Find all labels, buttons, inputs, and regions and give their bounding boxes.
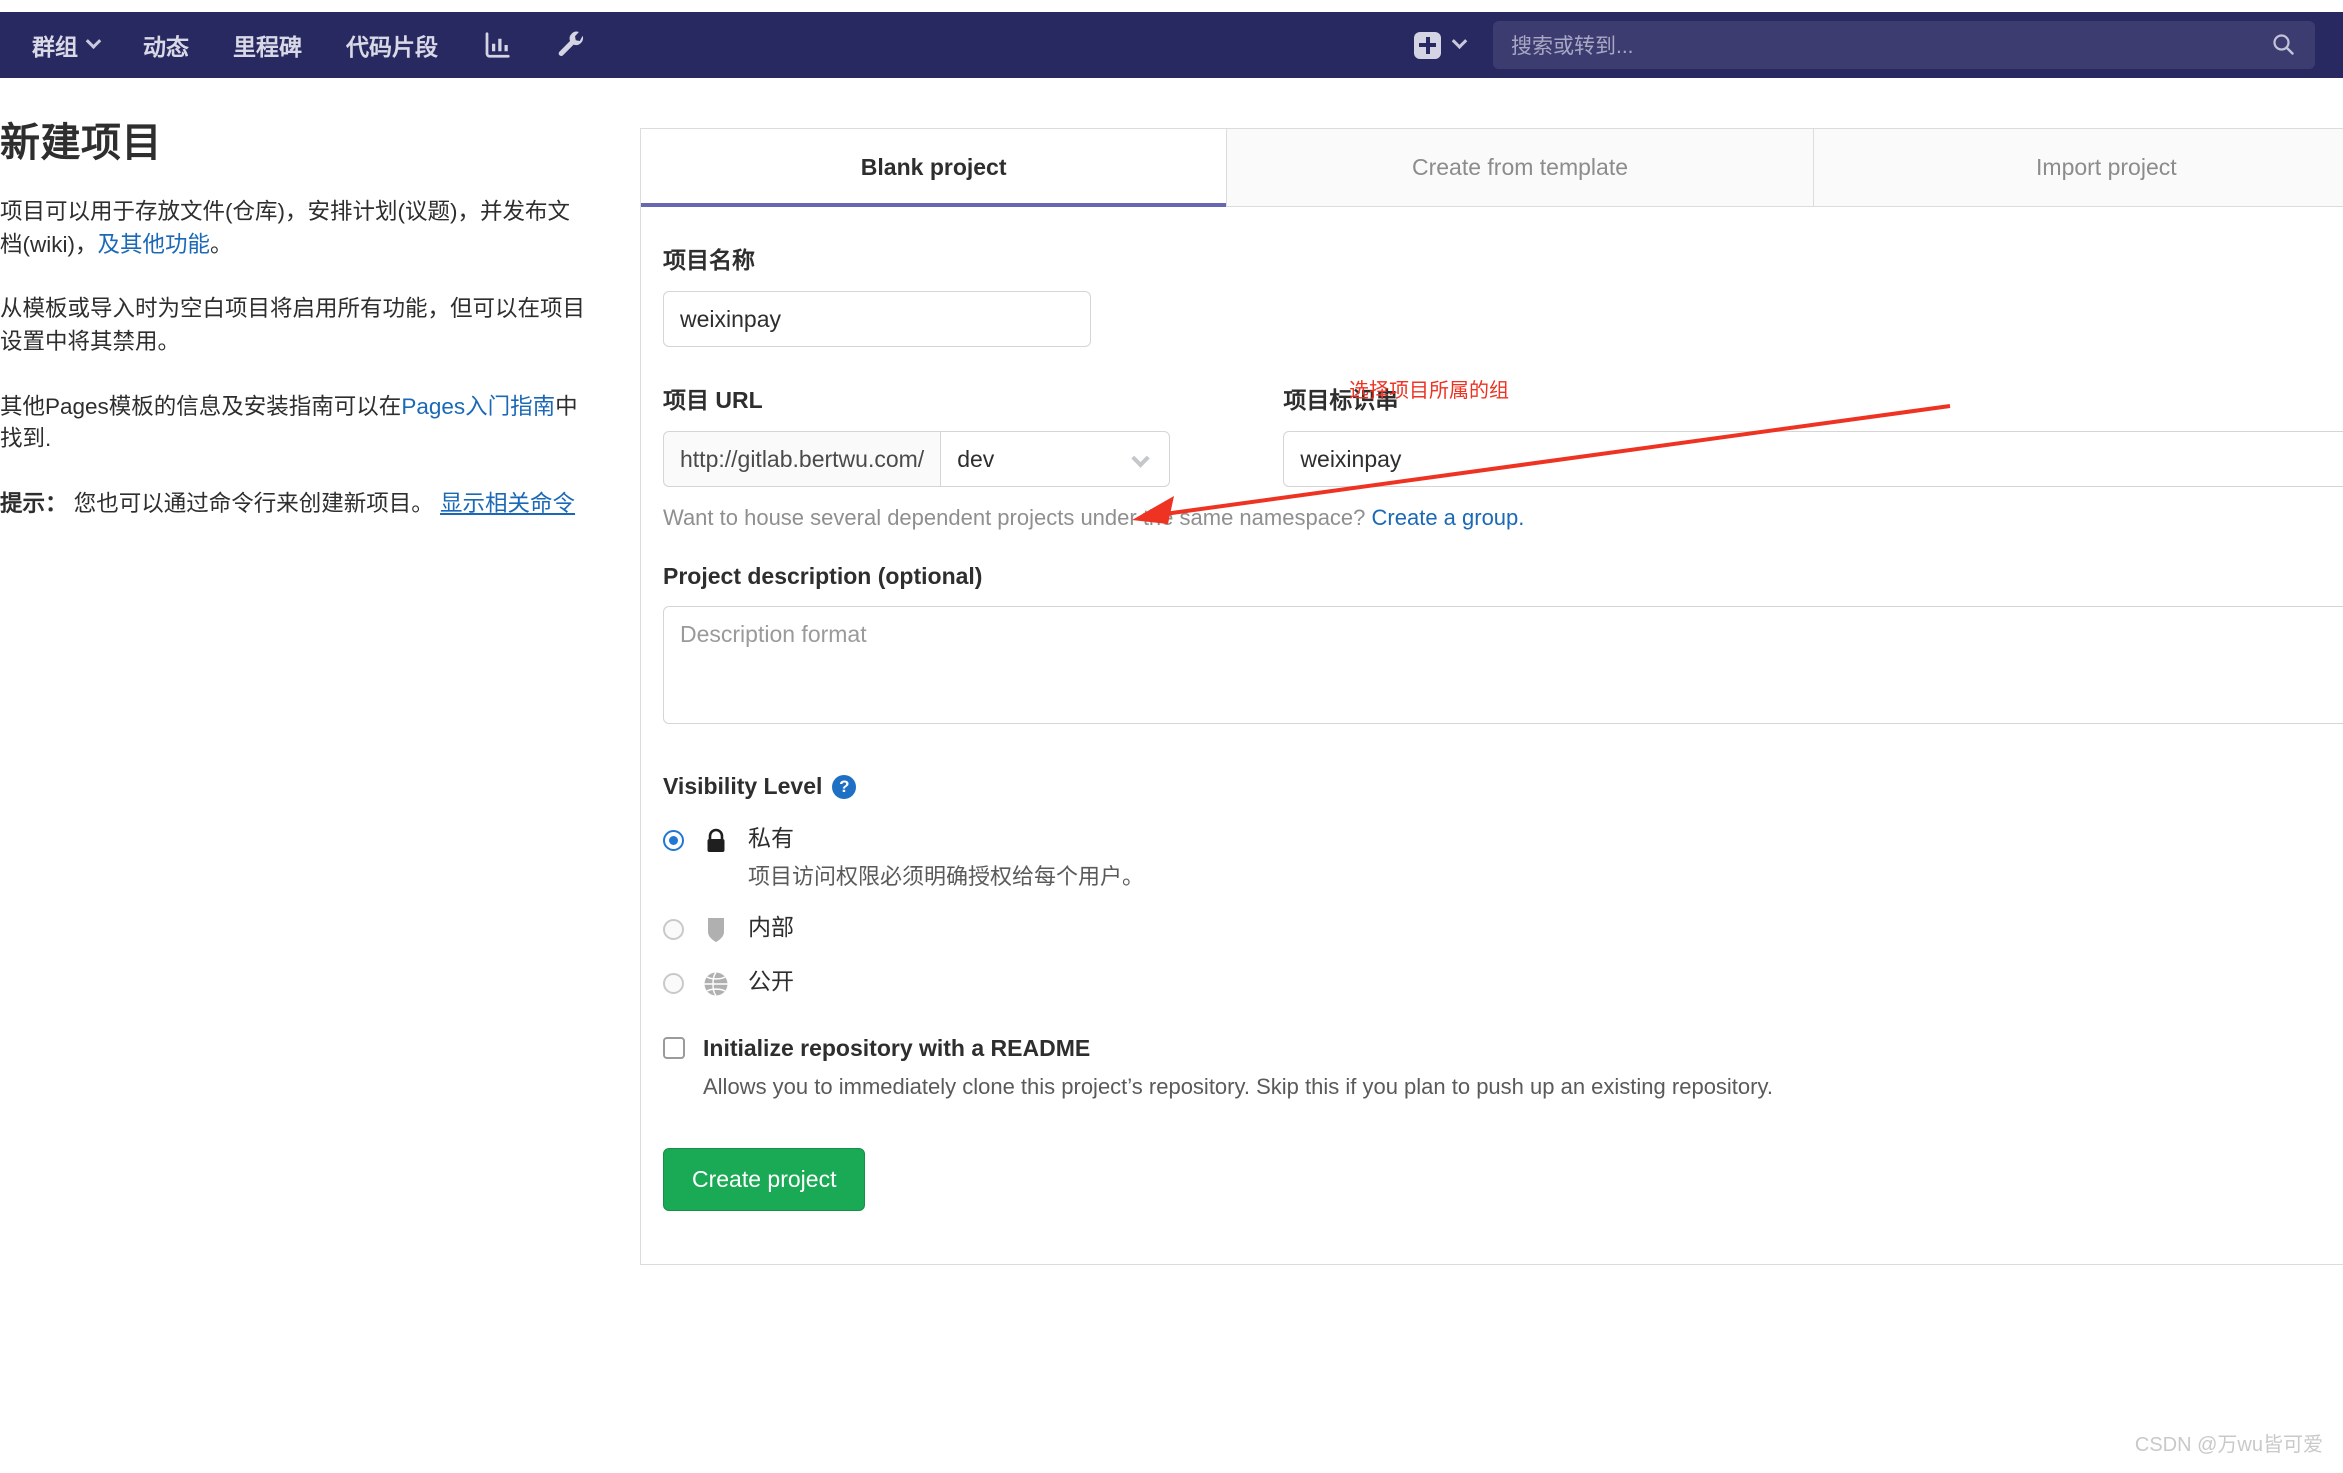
navbar-links: 群组 动态 里程碑 代码片段 [28, 28, 608, 62]
create-a-group-link[interactable]: Create a group. [1372, 505, 1525, 530]
globe-icon [702, 969, 730, 999]
nav-item-activity[interactable]: 动态 [121, 28, 211, 62]
search-icon[interactable] [2271, 32, 2295, 56]
namespace-hint: Want to house several dependent projects… [663, 505, 2343, 531]
visibility-internal-name: 内部 [748, 913, 794, 940]
tab-blank-project[interactable]: Blank project [641, 129, 1228, 207]
tip-text: 您也可以通过命令行来创建新项目。 [67, 490, 441, 516]
visibility-option-private[interactable]: 私有 项目访问权限必须明确授权给每个用户。 [663, 824, 2343, 891]
nav-item-groups[interactable]: 群组 [28, 28, 121, 62]
visibility-internal-text: 内部 [748, 913, 794, 942]
project-name-input[interactable] [663, 291, 1091, 347]
project-name-label: 项目名称 [663, 247, 755, 273]
plus-square-icon [1414, 31, 1441, 59]
visibility-public-name: 公开 [748, 967, 794, 994]
readme-description: Allows you to immediately clone this pro… [703, 1073, 1773, 1099]
tab-blank-project-label: Blank project [860, 154, 1007, 180]
wrench-icon [558, 31, 584, 57]
new-project-panel: Blank project Create from template Impor… [640, 128, 2343, 1265]
other-features-link[interactable]: 及其他功能 [97, 232, 210, 257]
new-item-dropdown[interactable] [1414, 31, 1468, 59]
visibility-level-label: Visibility Level [663, 773, 823, 799]
namespace-select[interactable]: dev [940, 431, 1171, 487]
project-url-group: 项目 URL http://gitlab.bertwu.com/ dev [663, 381, 1171, 487]
nav-item-snippets-label: 代码片段 [346, 34, 438, 60]
intro-paragraph-1: 项目可以用于存放文件(仓库)，安排计划(议题)，并发布文档(wiki)，及其他功… [0, 196, 590, 261]
visibility-option-internal[interactable]: 内部 [663, 913, 2343, 945]
nav-item-milestones[interactable]: 里程碑 [211, 28, 324, 62]
visibility-radio-private[interactable] [663, 830, 684, 851]
visibility-private-text: 私有 项目访问权限必须明确授权给每个用户。 [748, 824, 1144, 891]
project-url-prefix: http://gitlab.bertwu.com/ [663, 431, 941, 487]
create-project-button[interactable]: Create project [663, 1147, 866, 1211]
visibility-private-name: 私有 [748, 825, 794, 851]
visibility-radio-internal[interactable] [663, 918, 684, 940]
project-url-input-group: http://gitlab.bertwu.com/ dev [663, 431, 1171, 487]
page-intro-column: 新建项目 项目可以用于存放文件(仓库)，安排计划(议题)，并发布文档(wiki)… [0, 110, 600, 552]
intro-paragraph-3: 其他Pages模板的信息及安装指南可以在Pages入门指南中找到. [0, 391, 590, 456]
tab-import-project[interactable]: Import project [1813, 129, 2343, 206]
project-description-label: Project description (optional) [663, 563, 983, 589]
question-circle-icon[interactable]: ? [832, 774, 857, 799]
top-navbar: 群组 动态 里程碑 代码片段 搜索或转到... [0, 12, 2343, 78]
annotation-label: 选择项目所属的组 [1349, 380, 1509, 402]
visibility-level-heading: Visibility Level ? [663, 773, 2343, 800]
shield-icon [702, 915, 730, 945]
show-command-link[interactable]: 显示相关命令 [440, 491, 575, 516]
visibility-radio-public[interactable] [663, 972, 684, 994]
new-project-form: 项目名称 项目 URL http://gitlab.bertwu.com/ de… [641, 207, 2343, 1211]
lock-icon [702, 826, 730, 856]
intro-paragraph-1-tail: 。 [210, 231, 233, 257]
intro-tip: 提示： 您也可以通过命令行来创建新项目。 显示相关命令 [0, 488, 590, 521]
panel-footer-spacer [641, 1211, 2343, 1265]
project-type-tabs: Blank project Create from template Impor… [641, 129, 2343, 207]
nav-item-snippets[interactable]: 代码片段 [324, 28, 460, 62]
nav-item-groups-label: 群组 [32, 34, 78, 60]
page-title: 新建项目 [0, 121, 162, 165]
chevron-down-icon [1131, 449, 1151, 468]
chevron-down-icon [1451, 32, 1468, 49]
chart-icon [485, 32, 510, 58]
tip-label: 提示： [0, 490, 68, 516]
namespace-select-value: dev [957, 445, 995, 472]
tab-create-from-template[interactable]: Create from template [1227, 129, 1814, 206]
tab-import-project-label: Import project [2036, 154, 2177, 180]
readme-checkbox-row[interactable]: Initialize repository with a README [663, 1035, 2343, 1062]
intro-paragraph-3-text: 其他Pages模板的信息及安装指南可以在 [0, 393, 402, 419]
project-description-textarea[interactable] [663, 606, 2343, 724]
nav-item-milestones-label: 里程碑 [233, 34, 302, 60]
visibility-private-description: 项目访问权限必须明确授权给每个用户。 [748, 863, 1145, 889]
csdn-watermark: CSDN @万wu皆可爱 [2134, 1434, 2323, 1456]
search-placeholder: 搜索或转到... [1511, 35, 1634, 58]
intro-paragraph-2: 从模板或导入时为空白项目将启用所有功能，但可以在项目设置中将其禁用。 [0, 296, 586, 354]
nav-admin-button[interactable] [534, 30, 608, 60]
nav-analytics-button[interactable] [460, 30, 534, 60]
readme-checkbox[interactable] [663, 1037, 685, 1060]
visibility-option-public[interactable]: 公开 [663, 967, 2343, 999]
search-input[interactable]: 搜索或转到... [1493, 21, 2315, 69]
tab-create-from-template-label: Create from template [1411, 154, 1628, 180]
visibility-public-text: 公开 [748, 967, 794, 996]
namespace-hint-text: Want to house several dependent projects… [663, 505, 1372, 530]
project-url-label: 项目 URL [663, 387, 763, 413]
chevron-down-icon [85, 32, 102, 49]
project-slug-input[interactable] [1283, 431, 2343, 487]
pages-getting-started-link[interactable]: Pages入门指南 [401, 394, 555, 419]
readme-label: Initialize repository with a README [703, 1034, 1091, 1061]
intro-paragraph-1-text: 项目可以用于存放文件(仓库)，安排计划(议题)，并发布文档(wiki)， [0, 199, 570, 257]
nav-item-activity-label: 动态 [143, 34, 189, 60]
